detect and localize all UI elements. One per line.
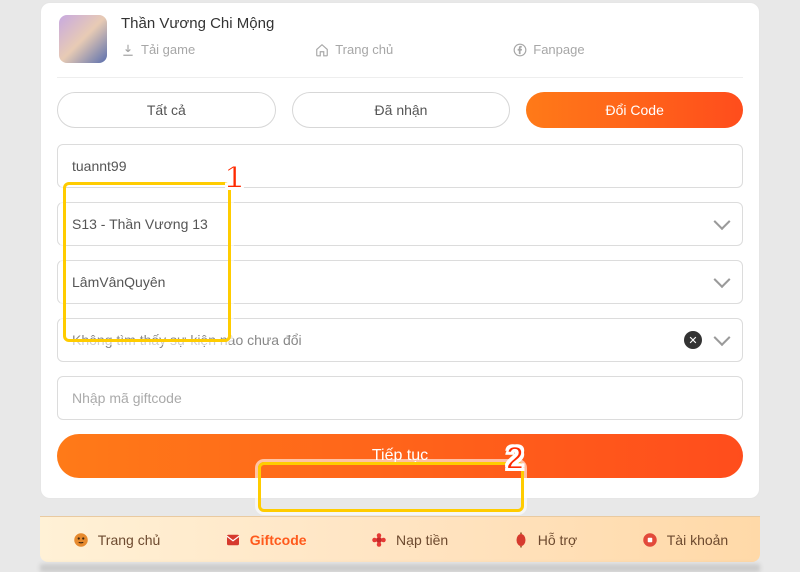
home-link[interactable]: Trang chủ <box>315 42 393 57</box>
server-select[interactable]: S13 - Thần Vương 13 <box>57 202 743 246</box>
game-icon <box>59 15 107 63</box>
game-meta: Thần Vương Chi Mộng Tải game Trang chủ <box>121 15 741 57</box>
tab-received[interactable]: Đã nhận <box>292 92 511 128</box>
download-label: Tải game <box>141 42 195 57</box>
callout-1: 1 <box>225 159 243 196</box>
nav-account-label: Tài khoản <box>667 532 728 548</box>
character-select[interactable]: LâmVânQuyên <box>57 260 743 304</box>
nav-support-label: Hỗ trợ <box>538 532 578 548</box>
tab-row: Tất cả Đã nhận Đổi Code <box>57 92 743 128</box>
nav-topup-label: Nạp tiền <box>396 532 448 548</box>
nav-home-label: Trang chủ <box>98 532 161 548</box>
download-link[interactable]: Tải game <box>121 42 195 57</box>
home-icon <box>315 43 329 57</box>
game-header: Thần Vương Chi Mộng Tải game Trang chủ <box>57 11 743 78</box>
nav-support[interactable]: Hỗ trợ <box>512 531 578 549</box>
home-label: Trang chủ <box>335 42 393 57</box>
event-text: Không tìm thấy sự kiện nào chưa đổi <box>72 332 302 348</box>
fanpage-label: Fanpage <box>533 42 584 57</box>
coin-icon <box>641 531 659 549</box>
facebook-icon <box>513 43 527 57</box>
username-input[interactable]: tuannt99 <box>57 144 743 188</box>
nav-account[interactable]: Tài khoản <box>641 531 728 549</box>
fanpage-link[interactable]: Fanpage <box>513 42 584 57</box>
event-select[interactable]: Không tìm thấy sự kiện nào chưa đổi ✕ <box>57 318 743 362</box>
bottom-shadow <box>40 564 760 572</box>
game-links: Tải game Trang chủ Fanpage <box>121 42 741 57</box>
nav-home[interactable]: Trang chủ <box>72 531 161 549</box>
giftcode-input[interactable]: Nhập mã giftcode <box>57 376 743 420</box>
tiger-icon <box>72 531 90 549</box>
flower-icon <box>370 531 388 549</box>
form-fields: tuannt99 S13 - Thần Vương 13 LâmVânQuyên <box>57 144 743 304</box>
game-title: Thần Vương Chi Mộng <box>121 15 741 32</box>
main-card: Thần Vương Chi Mộng Tải game Trang chủ <box>40 2 760 499</box>
tab-redeem[interactable]: Đổi Code <box>526 92 743 128</box>
clear-icon[interactable]: ✕ <box>684 331 702 349</box>
tab-all[interactable]: Tất cả <box>57 92 276 128</box>
nav-giftcode-label: Giftcode <box>250 532 307 548</box>
nav-giftcode[interactable]: Giftcode <box>224 531 307 549</box>
callout-2: 2 <box>506 440 524 477</box>
download-icon <box>121 43 135 57</box>
nav-topup[interactable]: Nạp tiền <box>370 531 448 549</box>
envelope-icon <box>224 531 242 549</box>
lantern-icon <box>512 531 530 549</box>
continue-button[interactable]: Tiếp tục <box>57 434 743 478</box>
bottom-nav: Trang chủ Giftcode Nạp tiền Hỗ trợ Tài k… <box>40 516 760 562</box>
